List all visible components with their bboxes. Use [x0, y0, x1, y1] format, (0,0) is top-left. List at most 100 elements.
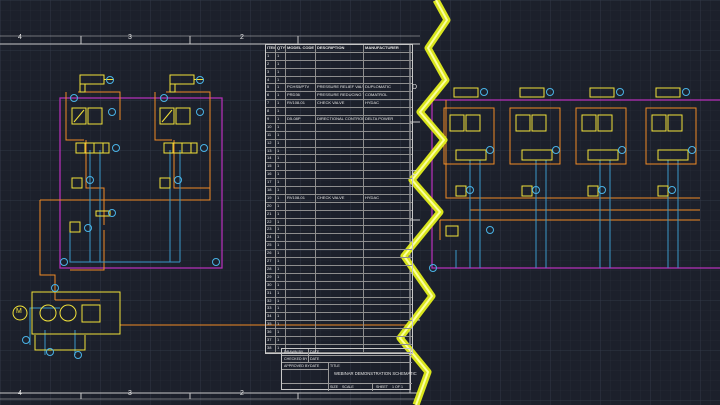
- bom-cell: [286, 60, 316, 68]
- bom-cell: DIRECTIONAL CONTROL VALVE: [317, 116, 364, 123]
- bom-row: 33 1: [266, 305, 412, 314]
- bom-cell: 1: [276, 321, 286, 329]
- bom-cell: 27: [266, 258, 276, 265]
- bom-cell: 1: [276, 265, 286, 273]
- drawn-by-label: DRAWN BY: [284, 350, 304, 354]
- bom-cell: HYDAC: [365, 194, 380, 200]
- bom-cell: 1: [276, 202, 286, 210]
- bom-header-cell: MANUFACTURER: [365, 45, 399, 50]
- bom-cell: 1: [276, 155, 286, 163]
- bom-row: 21 1: [266, 210, 412, 219]
- bom-cell: [286, 139, 316, 147]
- bom-row: 7 1 RV108-01 CHECK VALVE HYDAC: [266, 100, 412, 109]
- bom-cell: [316, 155, 364, 163]
- bom-row: 27 1: [266, 258, 412, 266]
- bom-cell: 22: [266, 218, 276, 226]
- bom-cell: [316, 131, 364, 139]
- bom-cell: PRESSURE RELIEF VALVE: [317, 84, 364, 92]
- bom-cell: 3: [266, 68, 276, 76]
- bom-cell: [316, 273, 364, 281]
- bom-cell: 17: [266, 179, 276, 187]
- bom-cell: [316, 289, 364, 297]
- bom-header-cell: DESCRIPTION: [316, 45, 364, 52]
- motor-label: M: [16, 308, 22, 315]
- bom-cell: CHECK VALVE: [316, 194, 364, 202]
- bom-cell: [316, 297, 364, 305]
- bom-cell: [364, 242, 412, 249]
- bom-cell: [316, 281, 364, 289]
- bom-cell: [286, 155, 316, 163]
- bom-cell: [316, 187, 364, 194]
- bom-cell: 2: [266, 60, 276, 68]
- bom-cell: [286, 265, 316, 273]
- bom-row: 11 1: [266, 131, 412, 140]
- bom-cell: [316, 52, 364, 60]
- bom-cell: [364, 282, 412, 289]
- bom-cell: [364, 124, 412, 131]
- bom-cell: [364, 155, 412, 162]
- bom-row: 10 1: [266, 123, 412, 132]
- bom-cell: 7: [266, 100, 276, 108]
- bom-cell: 1: [276, 218, 286, 226]
- bom-cell: 26: [266, 250, 276, 258]
- bom-row: 81: [266, 108, 412, 117]
- bom-cell: 9: [266, 116, 276, 123]
- bom-cell: [364, 171, 412, 178]
- bom-cell: [364, 187, 412, 194]
- bom-cell: 18: [266, 187, 276, 194]
- bom-cell: [286, 226, 316, 234]
- bom-row: 23 1: [266, 226, 412, 235]
- bom-cell: CHECK VALVE: [316, 100, 364, 108]
- bom-cell: [286, 218, 316, 226]
- bom-cell: [316, 218, 364, 226]
- bom-cell: 1: [276, 68, 286, 76]
- bom-cell: [286, 108, 316, 116]
- bom-cell: [364, 305, 412, 312]
- bom-cell: 1: [276, 289, 286, 297]
- bom-cell: [286, 289, 316, 297]
- bom-cell: 1: [276, 76, 286, 84]
- bom-cell: [364, 69, 412, 76]
- checked-by-date: DATE: [310, 357, 320, 361]
- bom-cell: 1: [266, 52, 276, 60]
- bom-cell: 1: [276, 116, 286, 123]
- zone-number-3-bottom: 3: [128, 390, 132, 397]
- bom-cell: [316, 202, 364, 210]
- bom-cell: 1: [276, 147, 286, 155]
- bom-cell: D5-08P: [286, 116, 316, 123]
- bom-cell: 24: [266, 234, 276, 242]
- bom-cell: [364, 132, 412, 139]
- bom-cell: 1: [276, 131, 286, 139]
- bom-cell: [364, 329, 412, 336]
- bom-row: 16 1: [266, 171, 412, 180]
- zone-number-2-bottom: 2: [240, 390, 244, 397]
- bom-cell: PCHS5/PTV: [286, 84, 316, 92]
- bom-cell: 32: [266, 297, 276, 305]
- bom-cell: 6: [266, 92, 276, 100]
- bom-cell: [286, 313, 316, 321]
- bom-cell: 15: [266, 163, 276, 171]
- bom-cell: 37: [266, 336, 276, 344]
- scale-label: SCALE: [342, 385, 354, 389]
- sheet-label: SHEET: [376, 385, 388, 389]
- bom-cell: [286, 202, 316, 210]
- bom-cell: [286, 147, 316, 155]
- bom-cell: 11: [266, 131, 276, 139]
- bom-row: 13 1: [266, 147, 412, 156]
- bom-row: 28 1: [266, 265, 412, 274]
- bom-cell: 1: [276, 258, 286, 265]
- bom-cell: HYDAC: [365, 100, 380, 106]
- bom-header-cell: QTY: [277, 45, 286, 52]
- zone-number-4-bottom: 4: [18, 390, 22, 397]
- bom-cell: [364, 211, 412, 218]
- bom-cell: 1: [276, 52, 286, 60]
- title-label: TITLE: [330, 364, 340, 368]
- bom-cell: 33: [266, 305, 276, 313]
- bom-cell: 1: [276, 100, 286, 108]
- bom-row: 29 1: [266, 273, 412, 282]
- bom-cell: [286, 210, 316, 218]
- bom-cell: 1: [276, 210, 286, 218]
- bom-cell: [286, 305, 316, 313]
- bom-cell: 1: [276, 313, 286, 321]
- bom-cell: COMATROL: [365, 92, 388, 98]
